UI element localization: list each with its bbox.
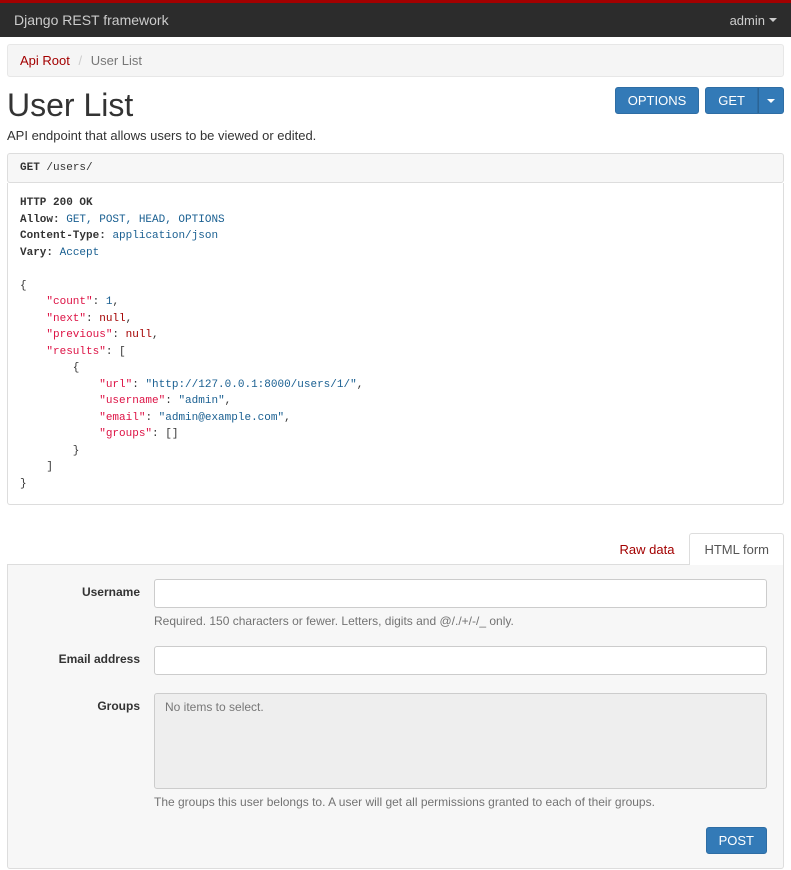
json-next: null bbox=[99, 313, 125, 325]
breadcrumb-root-link[interactable]: Api Root bbox=[20, 53, 70, 68]
request-method: GET bbox=[20, 162, 40, 174]
options-button[interactable]: OPTIONS bbox=[615, 87, 700, 114]
request-line: GET /users/ bbox=[7, 153, 784, 183]
allow-header-value: GET, POST, HEAD, OPTIONS bbox=[66, 214, 224, 226]
json-groups: [] bbox=[165, 428, 178, 440]
username-help: Required. 150 characters or fewer. Lette… bbox=[154, 614, 767, 628]
json-username: admin bbox=[185, 395, 218, 407]
json-email: admin@example.com bbox=[165, 412, 277, 424]
groups-label: Groups bbox=[24, 693, 154, 713]
json-previous: null bbox=[126, 329, 152, 341]
request-path: /users/ bbox=[46, 162, 92, 174]
get-button-group: GET bbox=[705, 87, 784, 114]
allow-header-label: Allow: bbox=[20, 214, 60, 226]
response-body: HTTP 200 OK Allow: GET, POST, HEAD, OPTI… bbox=[7, 183, 784, 505]
navbar-user-menu[interactable]: admin bbox=[730, 13, 777, 28]
form-actions: POST bbox=[24, 827, 767, 854]
json-count: 1 bbox=[106, 296, 113, 308]
vary-label: Vary: bbox=[20, 247, 53, 259]
post-button[interactable]: POST bbox=[706, 827, 767, 854]
tab-html-form[interactable]: HTML form bbox=[689, 533, 784, 565]
tab-raw-data[interactable]: Raw data bbox=[605, 533, 690, 565]
content-type-value: application/json bbox=[112, 230, 218, 242]
email-input[interactable] bbox=[154, 646, 767, 675]
vary-value: Accept bbox=[60, 247, 100, 259]
page-title: User List bbox=[7, 87, 133, 124]
html-form-panel: Username Required. 150 characters or few… bbox=[7, 565, 784, 869]
form-row-groups: Groups No items to select. The groups th… bbox=[24, 693, 767, 809]
endpoint-description: API endpoint that allows users to be vie… bbox=[7, 128, 784, 143]
email-label: Email address bbox=[24, 646, 154, 666]
navbar: Django REST framework admin bbox=[0, 3, 791, 37]
get-dropdown-toggle[interactable] bbox=[758, 87, 784, 114]
breadcrumb-separator: / bbox=[74, 53, 88, 68]
navbar-brand[interactable]: Django REST framework bbox=[14, 12, 169, 28]
get-button[interactable]: GET bbox=[705, 87, 758, 114]
groups-select[interactable]: No items to select. bbox=[154, 693, 767, 789]
form-row-username: Username Required. 150 characters or few… bbox=[24, 579, 767, 628]
navbar-username: admin bbox=[730, 13, 765, 28]
page-actions: OPTIONS GET bbox=[615, 87, 784, 114]
form-row-email: Email address bbox=[24, 646, 767, 675]
breadcrumb-current: User List bbox=[91, 53, 142, 68]
page-header: User List OPTIONS GET bbox=[7, 87, 784, 124]
form-tabs: Raw data HTML form bbox=[7, 533, 784, 565]
breadcrumb: Api Root / User List bbox=[7, 44, 784, 77]
response-status: HTTP 200 OK bbox=[20, 197, 93, 209]
groups-help: The groups this user belongs to. A user … bbox=[154, 795, 767, 809]
caret-down-icon bbox=[769, 18, 777, 22]
username-label: Username bbox=[24, 579, 154, 599]
caret-down-icon bbox=[767, 99, 775, 103]
json-url: http://127.0.0.1:8000/users/1/ bbox=[152, 379, 350, 391]
username-input[interactable] bbox=[154, 579, 767, 608]
content-type-label: Content-Type: bbox=[20, 230, 106, 242]
